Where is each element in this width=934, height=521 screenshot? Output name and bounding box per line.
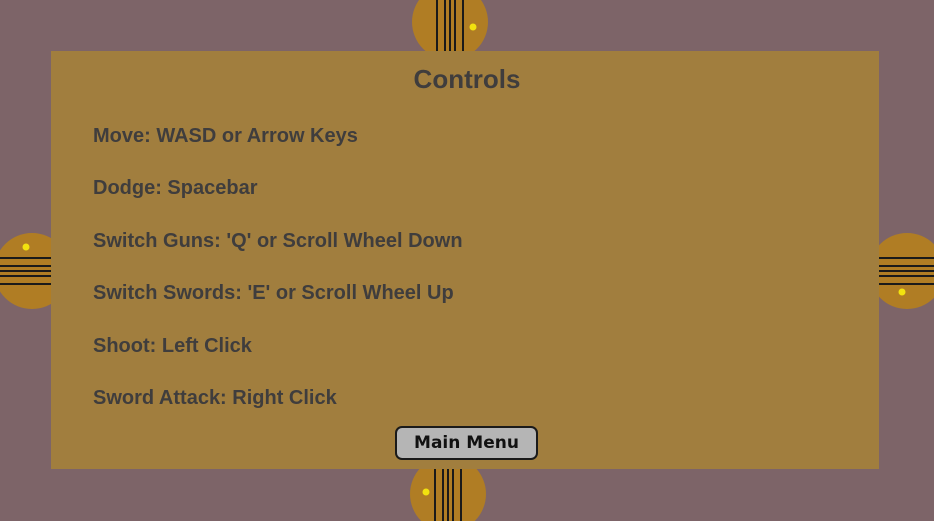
page-title: Controls [413,64,521,94]
door-knob-icon [422,488,430,496]
control-shoot: Shoot: Left Click [93,334,252,357]
control-switch-guns: Switch Guns: 'Q' or Scroll Wheel Down [93,229,463,252]
door-knob-icon [898,288,906,296]
controls-list: Move: WASD or Arrow Keys Dodge: Spacebar… [93,122,463,436]
game-scene: Controls Move: WASD or Arrow Keys Dodge:… [0,0,934,521]
door-knob-icon [469,23,477,31]
control-dodge: Dodge: Spacebar [93,177,258,200]
control-switch-swords: Switch Swords: 'E' or Scroll Wheel Up [93,282,454,305]
door-knob-icon [22,243,30,251]
control-move: Move: WASD or Arrow Keys [93,125,358,147]
main-menu-button[interactable]: Main Menu [395,426,538,460]
